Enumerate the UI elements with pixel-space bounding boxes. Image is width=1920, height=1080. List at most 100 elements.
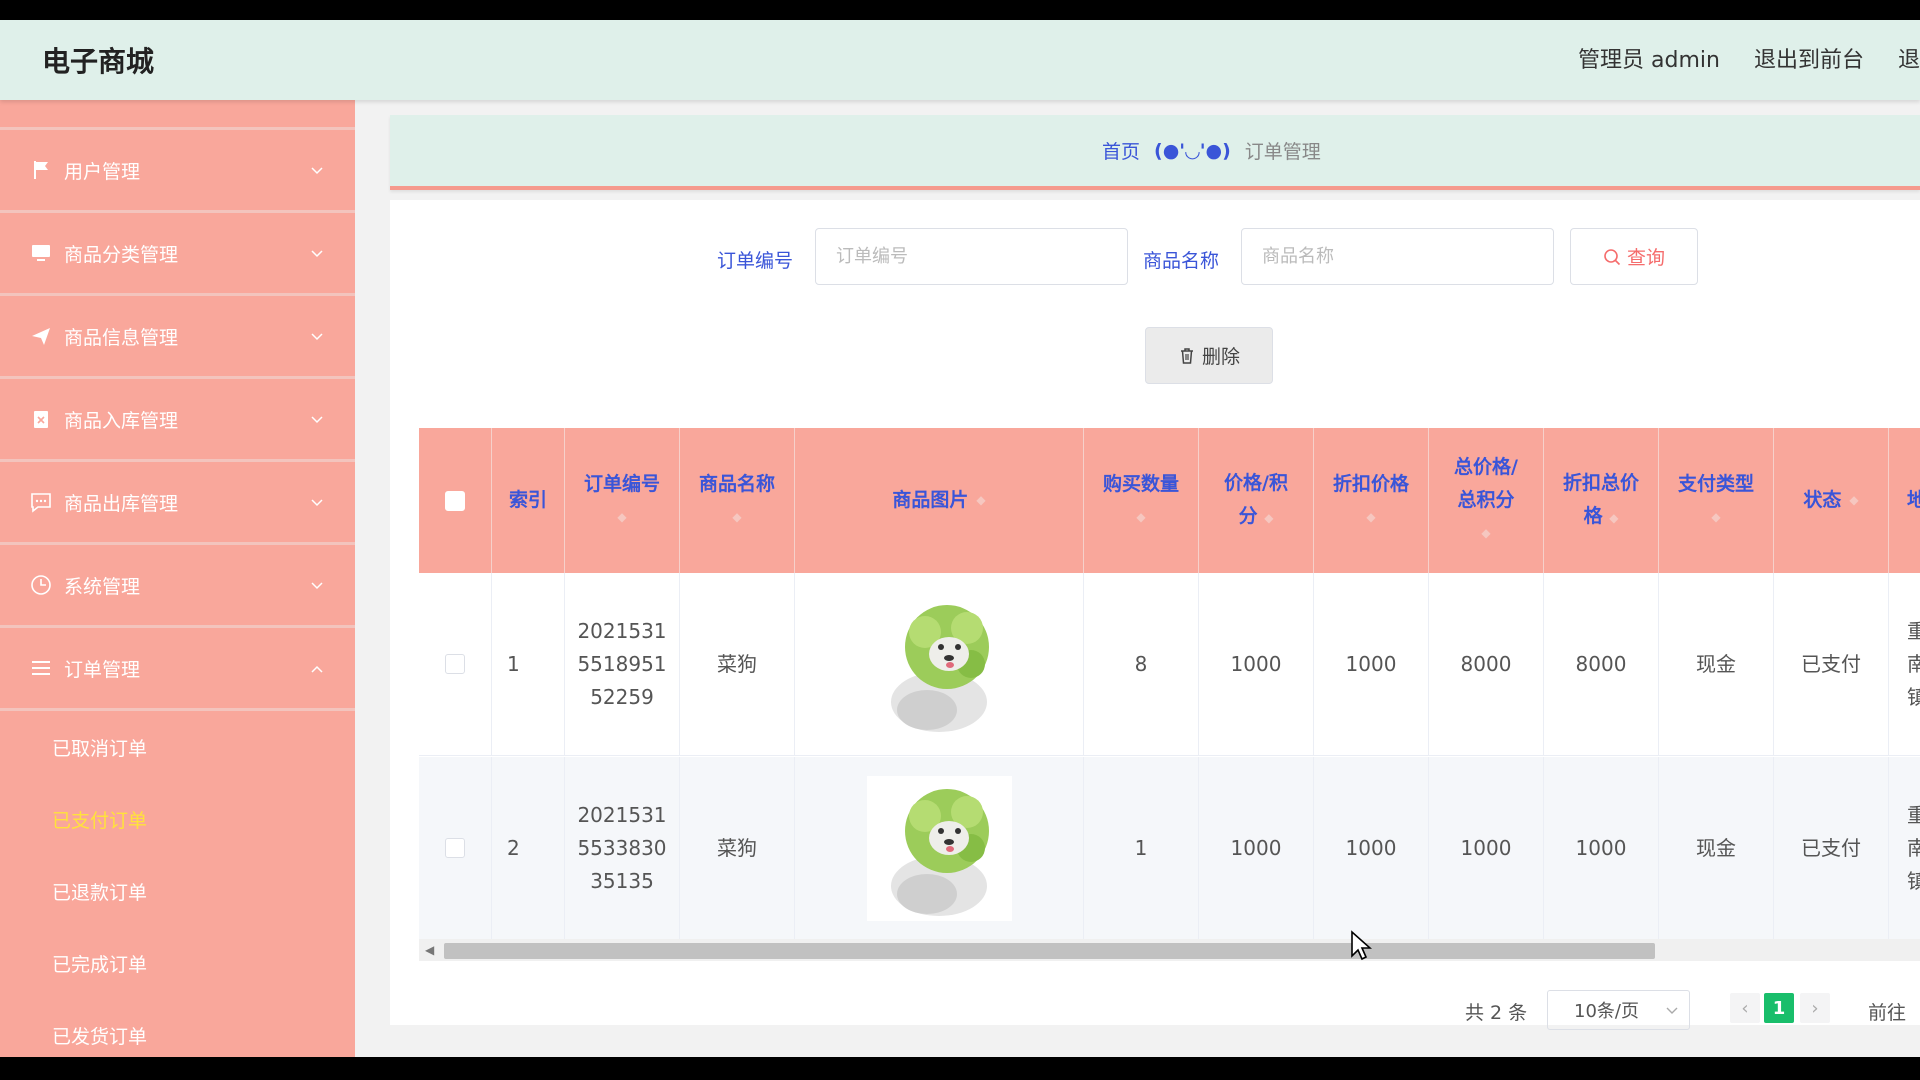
address-line: 重	[1907, 802, 1920, 827]
cell-order-no: 2021531 5533830 35135	[565, 757, 680, 939]
horizontal-scrollbar[interactable]: ◀	[419, 939, 1920, 961]
delete-button-label: 删除	[1201, 346, 1240, 368]
sidebar-item-label: 商品入库管理	[64, 409, 179, 432]
order-no-input[interactable]	[815, 228, 1128, 285]
row-checkbox[interactable]	[445, 654, 465, 674]
cell-product-name: 菜狗	[680, 573, 795, 755]
sort-icon[interactable]: ◆	[1366, 501, 1375, 534]
product-name-input[interactable]	[1241, 228, 1554, 285]
search-bar: 订单编号 商品名称 查询	[390, 228, 1920, 286]
sort-icon[interactable]: ◆	[1481, 517, 1490, 550]
cell-index: 2	[492, 757, 565, 939]
sort-icon[interactable]: ◆	[1849, 484, 1858, 517]
sort-icon[interactable]: ◆	[1264, 511, 1273, 525]
order-no-line: 2021531	[577, 618, 667, 643]
header-discount-total-label-2: 格	[1583, 504, 1603, 527]
submenu-paid-orders[interactable]: 已支付订单	[0, 783, 355, 855]
sidebar-item-stock-out[interactable]: 商品出库管理	[0, 462, 355, 545]
header-discount-total-label: 折扣总价	[1562, 471, 1639, 494]
query-button[interactable]: 查询	[1570, 228, 1698, 285]
header-pay-type[interactable]: 支付类型 ◆	[1659, 428, 1774, 573]
submenu-shipped-orders[interactable]: 已发货订单	[0, 999, 355, 1057]
submenu-completed-orders[interactable]: 已完成订单	[0, 927, 355, 999]
sidebar-item-categories[interactable]: 商品分类管理	[0, 213, 355, 296]
chat-icon	[30, 491, 52, 513]
scroll-left-arrow-icon[interactable]: ◀	[425, 943, 434, 957]
product-image-cabbage-dog[interactable]	[866, 775, 1012, 921]
row-checkbox-cell	[419, 757, 492, 939]
admin-label[interactable]: 管理员 admin	[1578, 42, 1720, 74]
header-product-image[interactable]: 商品图片 ◆	[795, 428, 1084, 573]
sidebar-item-label: 用户管理	[64, 160, 141, 183]
header-index[interactable]: 索引	[492, 428, 565, 573]
row-checkbox-cell	[419, 573, 492, 755]
sidebar-item-orders[interactable]: 订单管理	[0, 628, 355, 711]
delete-button[interactable]: 删除	[1145, 327, 1273, 384]
header-product-name[interactable]: 商品名称 ◆	[680, 428, 795, 573]
header-quantity-label: 购买数量	[1102, 472, 1179, 495]
header-price[interactable]: 价格/积分 ◆	[1199, 428, 1314, 573]
brand-title: 电子商城	[42, 45, 155, 78]
sidebar-item-users[interactable]: 用户管理	[0, 130, 355, 213]
sidebar: 用户管理 商品分类管理 商品信息管理 商品入库管理 商品出库管理 系统管理 订单…	[0, 100, 355, 1057]
submenu-refunded-orders[interactable]: 已退款订单	[0, 855, 355, 927]
cell-index: 1	[492, 573, 565, 755]
header-links: 管理员 admin 退出到前台 退	[1578, 42, 1920, 74]
cell-product-image	[795, 573, 1084, 755]
page-size-select[interactable]: 10条/页	[1547, 990, 1690, 1030]
scrollbar-thumb[interactable]	[444, 943, 1655, 959]
exit-front-link[interactable]: 退出到前台	[1754, 42, 1864, 74]
sort-icon[interactable]: ◆	[732, 501, 741, 534]
sidebar-item-label: 商品出库管理	[64, 492, 179, 515]
header-order-no[interactable]: 订单编号 ◆	[565, 428, 680, 573]
cell-discount-total: 1000	[1544, 757, 1659, 939]
exit-link-partial[interactable]: 退	[1898, 42, 1920, 74]
header-extra-label: 地	[1907, 489, 1920, 511]
cell-quantity: 8	[1084, 573, 1199, 755]
chevron-down-icon	[311, 167, 323, 175]
sidebar-item-system[interactable]: 系统管理	[0, 545, 355, 628]
chevron-down-icon	[311, 582, 323, 590]
cell-pay-type: 现金	[1659, 573, 1774, 755]
submenu-cancelled-orders[interactable]: 已取消订单	[0, 711, 355, 783]
product-image-cabbage-dog[interactable]	[866, 591, 1012, 737]
breadcrumb-home[interactable]: 首页	[1102, 137, 1140, 164]
header-status[interactable]: 状态 ◆	[1774, 428, 1889, 573]
sort-icon[interactable]: ◆	[1136, 501, 1145, 534]
table-row[interactable]: 1 2021531 5518951 52259 菜狗 8 1000 1000 8…	[419, 573, 1920, 756]
cell-price: 1000	[1199, 757, 1314, 939]
row-checkbox[interactable]	[445, 838, 465, 858]
sidebar-item-label: 商品分类管理	[64, 243, 179, 266]
header-discount-price[interactable]: 折扣价格 ◆	[1314, 428, 1429, 573]
top-header: 电子商城 管理员 admin 退出到前台 退	[0, 20, 1920, 100]
header-extra[interactable]: 地	[1889, 428, 1920, 573]
page-button-current[interactable]: 1	[1764, 993, 1794, 1023]
header-discount-total[interactable]: 折扣总价格 ◆	[1544, 428, 1659, 573]
cell-discount-total: 8000	[1544, 573, 1659, 755]
cell-order-no: 2021531 5518951 52259	[565, 573, 680, 755]
select-all-checkbox[interactable]	[445, 490, 465, 511]
order-no-line: 52259	[590, 684, 654, 709]
header-select-all[interactable]	[419, 428, 492, 573]
sort-icon[interactable]: ◆	[1609, 511, 1618, 525]
header-order-no-label: 订单编号	[583, 472, 660, 495]
sort-icon[interactable]: ◆	[976, 484, 985, 517]
sidebar-item-products[interactable]: 商品信息管理	[0, 296, 355, 379]
address-line: 重	[1907, 618, 1920, 643]
header-total-label-2: 总积分	[1457, 489, 1515, 511]
goto-label: 前往	[1868, 1002, 1907, 1024]
next-page-button[interactable]: ›	[1800, 993, 1830, 1023]
header-total-label: 总价格/	[1454, 456, 1518, 478]
prev-page-button[interactable]: ‹	[1730, 993, 1760, 1023]
header-quantity[interactable]: 购买数量 ◆	[1084, 428, 1199, 573]
table-row[interactable]: 2 2021531 5533830 35135 菜狗 1 1000 1000 1…	[419, 757, 1920, 940]
header-total[interactable]: 总价格/总积分 ◆	[1429, 428, 1544, 573]
breadcrumb-separator: (●'◡'●)	[1154, 139, 1231, 162]
chevron-right-icon: ›	[1811, 997, 1819, 1019]
sort-icon[interactable]: ◆	[617, 501, 626, 534]
address-line: 南	[1907, 651, 1920, 676]
sidebar-item-stock-in[interactable]: 商品入库管理	[0, 379, 355, 462]
clock-icon	[30, 574, 52, 596]
sort-icon[interactable]: ◆	[1711, 501, 1720, 534]
sidebar-item-label: 商品信息管理	[64, 326, 179, 349]
